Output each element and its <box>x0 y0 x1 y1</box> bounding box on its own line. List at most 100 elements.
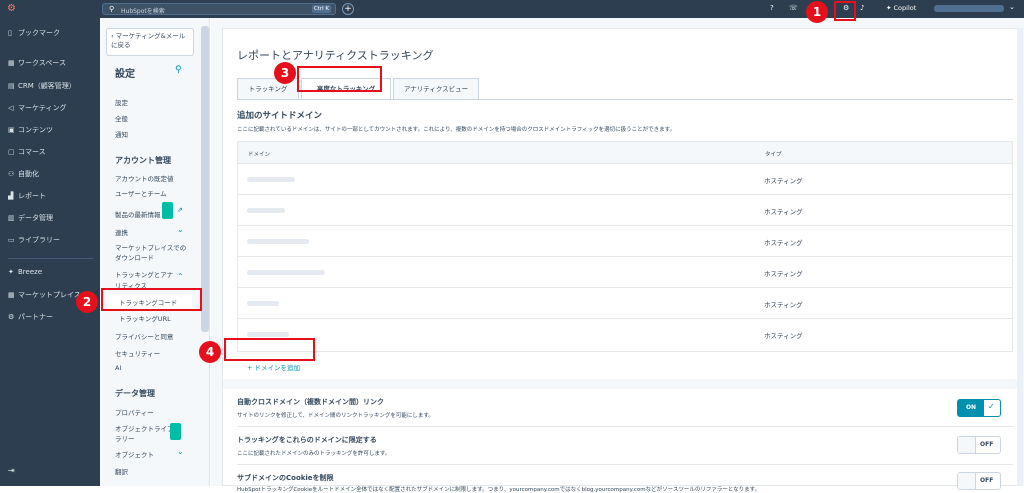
rail-divider <box>8 258 93 259</box>
phone-icon[interactable]: ☏ <box>789 4 798 12</box>
tab-analytics-view[interactable]: アナリティクスビュー <box>393 78 479 100</box>
rail-partner[interactable]: ⚙ パートナー <box>8 312 98 324</box>
automation-icon: ⚇ <box>8 170 15 178</box>
sidebar-item-notifications[interactable]: 通知 <box>115 129 128 139</box>
rail-breeze[interactable]: ✦ Breeze <box>8 268 98 280</box>
sidebar-item-tracking-analytics[interactable]: トラッキングとアナ <box>115 269 173 279</box>
sidebar-item-marketplace-downloads-2[interactable]: ダウンロード <box>115 252 154 262</box>
domain-value <box>247 239 309 244</box>
limit-domains-toggle[interactable]: OFF <box>957 436 1001 454</box>
annotation-box-advanced-tab <box>297 66 382 92</box>
sidebar-item-product-updates[interactable]: 製品の最新情報 <box>115 209 161 219</box>
settings-card: レポートとアナリティクストラッキング トラッキング 高度なトラッキング アナリテ… <box>222 28 1018 493</box>
rail-label: ライブラリー <box>18 236 60 244</box>
help-icon[interactable]: ? <box>770 4 774 12</box>
domain-value <box>247 208 285 213</box>
table-row[interactable]: ホスティング <box>237 194 1013 225</box>
search-placeholder: HubSpotを検索 <box>121 8 165 15</box>
notifications-icon[interactable]: ♪ <box>860 4 864 12</box>
database-icon: ▥ <box>8 214 15 222</box>
chevron-up-icon[interactable]: ⌃ <box>177 272 184 281</box>
sidebar-item-integrations[interactable]: 連携 <box>115 227 128 237</box>
rail-label: マーケティング <box>18 104 67 112</box>
type-value: ホスティング <box>764 177 803 185</box>
back-link[interactable]: ‹ マーケティング&メール に戻る <box>106 28 194 56</box>
chevron-down-icon: ⌄ <box>1009 3 1015 11</box>
add-domain-button[interactable]: + ドメインを追加 <box>247 362 300 372</box>
rail-crm[interactable]: ▤ CRM（顧客管理） <box>8 81 98 93</box>
rail-bookmarks[interactable]: ▯ ブックマーク <box>8 28 98 40</box>
rail-automation[interactable]: ⚇ 自動化 <box>8 169 98 181</box>
breeze-icon: ✦ <box>8 268 14 276</box>
rail-content[interactable]: ▣ コンテンツ <box>8 125 98 137</box>
page-title: レポートとアナリティクストラッキング <box>237 49 434 62</box>
rail-marketing[interactable]: ◁ マーケティング <box>8 103 98 115</box>
commerce-icon: ▢ <box>8 148 15 156</box>
rail-label: パートナー <box>18 313 53 321</box>
annotation-box-add-domain <box>224 338 315 361</box>
table-row[interactable]: ホスティング <box>237 318 1013 349</box>
type-value: ホスティング <box>764 239 803 247</box>
table-row[interactable]: ホスティング <box>237 256 1013 287</box>
chevron-down-icon[interactable]: ⌄ <box>177 225 184 234</box>
setting-description: HubSpotトラッキングCookieをルートドメイン全体ではなく配置されたサブ… <box>237 487 761 493</box>
sidebar-item-privacy[interactable]: プライバシーと同意 <box>115 331 173 341</box>
hubspot-logo-icon[interactable]: ⚙ <box>7 3 16 14</box>
type-value: ホスティング <box>764 332 803 340</box>
rail-label: コンテンツ <box>18 126 53 134</box>
sidebar-item-ai[interactable]: AI <box>115 364 121 372</box>
sidebar-item-security[interactable]: セキュリティー <box>115 348 160 358</box>
setting-title: サブドメインのCookieを制限 <box>237 474 334 482</box>
top-navigation-bar: ⚙ ⚲ HubSpotを検索 Ctrl K + ? ☏ ⚙ ♪ ✦ Copilo… <box>0 0 1024 18</box>
new-badge <box>170 423 181 440</box>
table-row[interactable]: ホスティング <box>237 287 1013 318</box>
add-domain-label: ドメインを追加 <box>254 364 301 372</box>
content-icon: ▣ <box>8 126 15 134</box>
setting-description: サイトのリンクを修正して、ドメイン間のリンクトラッキングを可能にします。 <box>237 413 434 419</box>
back-link-line1: ‹ マーケティング&メール <box>111 32 186 40</box>
sidebar-item-properties[interactable]: プロパティー <box>115 407 154 417</box>
search-input[interactable]: ⚲ HubSpotを検索 Ctrl K <box>102 3 336 15</box>
sidebar-search-icon[interactable]: ⚲ <box>175 65 182 75</box>
rail-label: データ管理 <box>18 214 53 222</box>
copilot-button[interactable]: ✦ Copilot <box>886 4 916 12</box>
column-header-domain: ドメイン <box>248 152 271 158</box>
sidebar-item-objects[interactable]: オブジェクト <box>115 449 154 459</box>
annotation-number: 3 <box>274 62 296 84</box>
sidebar-item-object-library-2[interactable]: ラリー <box>115 433 135 443</box>
toggle-knob <box>958 437 976 453</box>
sidebar-scrollbar[interactable] <box>201 26 209 332</box>
toggle-state-on: ON <box>958 400 984 416</box>
sidebar-item-object-library[interactable]: オブジェクトライブ <box>115 423 174 433</box>
collapse-icon[interactable]: ⇥ <box>8 466 15 475</box>
table-row[interactable]: ホスティング <box>237 225 1013 256</box>
main-scrollbar[interactable] <box>1017 28 1023 486</box>
marketplace-icon: ▦ <box>8 291 15 299</box>
subdomain-cookie-toggle[interactable]: OFF <box>957 472 1001 490</box>
back-link-text: マーケティング&メール <box>115 32 186 40</box>
back-link-line2: に戻る <box>111 41 131 49</box>
sidebar-item-settings[interactable]: 設定 <box>115 97 128 107</box>
type-value: ホスティング <box>764 270 803 278</box>
main-navigation-rail: ▯ ブックマーク ▦ ワークスペース ▤ CRM（顧客管理） ◁ マーケティング ▣ コン… <box>0 18 100 486</box>
account-menu[interactable] <box>934 5 1004 12</box>
sidebar-item-tracking-url[interactable]: トラッキングURL <box>119 313 171 323</box>
table-row[interactable]: ホスティング <box>237 163 1013 194</box>
sidebar-item-marketplace-downloads[interactable]: マーケットプレイスでの <box>115 242 186 252</box>
rail-library[interactable]: ▭ ライブラリー <box>8 235 98 247</box>
rail-label: ワークスペース <box>18 59 66 67</box>
workspace-icon: ▦ <box>8 59 15 67</box>
tab-underline <box>237 99 1013 100</box>
rail-commerce[interactable]: ▢ コマース <box>8 147 98 159</box>
rail-workspace[interactable]: ▦ ワークスペース <box>8 58 98 70</box>
cross-domain-toggle[interactable]: ON ✓ <box>957 399 1001 417</box>
rail-data-management[interactable]: ▥ データ管理 <box>8 213 98 225</box>
toggle-state-off: OFF <box>980 441 994 448</box>
sidebar-item-users-teams[interactable]: ユーザーとチーム <box>115 188 167 198</box>
chevron-down-icon[interactable]: ⌄ <box>177 447 184 456</box>
sidebar-item-general[interactable]: 全般 <box>115 113 128 123</box>
sidebar-item-translation[interactable]: 翻訳 <box>115 466 128 476</box>
rail-reports[interactable]: ▟ レポート <box>8 191 98 203</box>
sidebar-item-account-defaults[interactable]: アカウントの既定値 <box>115 173 174 183</box>
create-button[interactable]: + <box>342 3 354 15</box>
